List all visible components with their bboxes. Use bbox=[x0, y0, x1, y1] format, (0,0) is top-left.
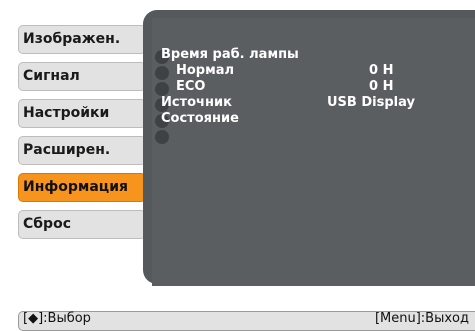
lamp-hours-label: Время раб. лампы bbox=[161, 47, 299, 62]
row-pill-decoration bbox=[155, 130, 169, 144]
row-pill-decoration bbox=[155, 66, 169, 80]
row-pill-decoration bbox=[155, 82, 169, 96]
normal-value: 0 H bbox=[369, 63, 394, 78]
menu-item-signal[interactable]: Сигнал bbox=[18, 62, 146, 91]
source-value: USB Display bbox=[327, 95, 415, 110]
footer-bar: [◆]:Выбор [Menu]:Выход bbox=[18, 311, 475, 331]
footer-select-hint: [◆]:Выбор bbox=[23, 311, 91, 326]
menu-item-extended[interactable]: Расширен. bbox=[18, 136, 146, 165]
eco-value: 0 H bbox=[369, 79, 394, 94]
menu-item-image[interactable]: Изображен. bbox=[18, 25, 146, 54]
status-label: Состояние bbox=[161, 111, 239, 126]
normal-label: Нормал bbox=[176, 63, 235, 78]
menu-item-reset[interactable]: Сброс bbox=[18, 210, 146, 239]
eco-label: ECO bbox=[176, 79, 206, 94]
footer-exit-hint: [Menu]:Выход bbox=[374, 311, 469, 326]
menu-item-information[interactable]: Информация bbox=[18, 173, 146, 202]
menu-item-settings[interactable]: Настройки bbox=[18, 99, 146, 128]
source-label: Источник bbox=[161, 95, 232, 110]
